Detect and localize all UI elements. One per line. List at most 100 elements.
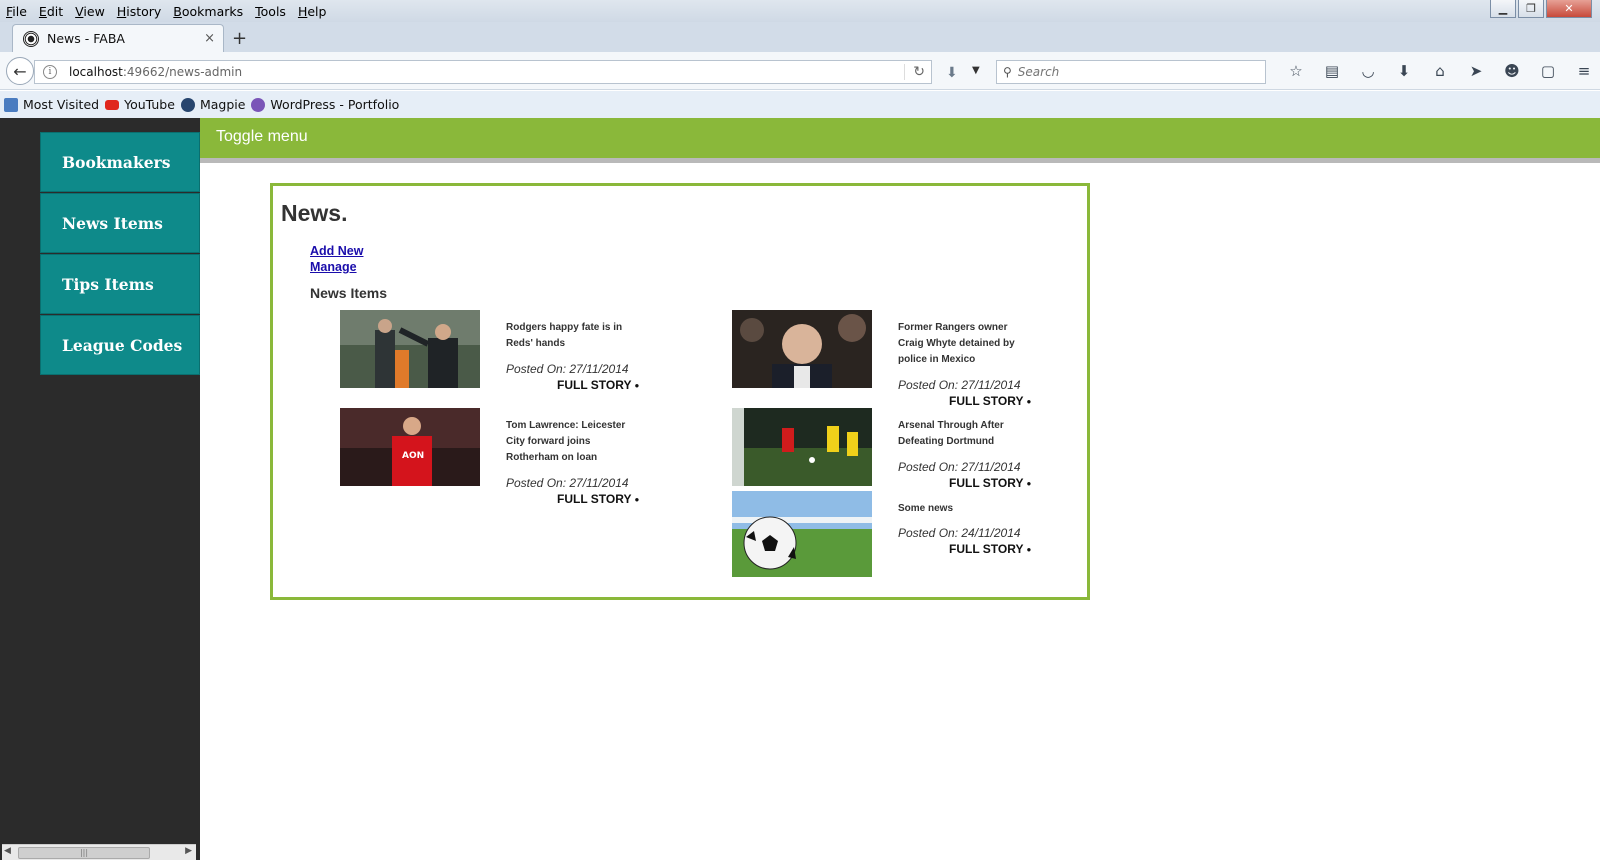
- bullet-icon: ●: [1026, 545, 1032, 555]
- full-story-label: FULL STORY: [949, 476, 1024, 490]
- news-date: Posted On: 24/11/2014: [898, 526, 1021, 540]
- full-story-label: FULL STORY: [557, 492, 632, 506]
- chat-icon[interactable]: ☻: [1494, 62, 1530, 80]
- menu-bar: File Edit View History Bookmarks Tools H…: [0, 0, 1600, 22]
- download-icon[interactable]: ⬇: [946, 65, 958, 81]
- bookmark-label: YouTube: [124, 97, 175, 112]
- full-story-label: FULL STORY: [949, 394, 1024, 408]
- full-story-label: FULL STORY: [557, 378, 632, 392]
- top-bar: Toggle menu: [200, 118, 1600, 158]
- bookmark-label: Magpie: [199, 97, 246, 112]
- full-story-link[interactable]: FULL STORY ●: [949, 542, 1031, 556]
- menu-history[interactable]: History: [111, 4, 167, 19]
- bookmark-youtube[interactable]: YouTube: [105, 97, 175, 112]
- scroll-left-icon[interactable]: ◀: [4, 846, 11, 856]
- most-visited-icon: [4, 97, 18, 112]
- nav-bar: ← i localhost:49662/news-admin ↻ ⬇ ▼ ⚲ ☆…: [0, 52, 1600, 90]
- menu-help[interactable]: Help: [292, 4, 333, 19]
- football-favicon-icon: [23, 30, 39, 47]
- section-title: News Items: [310, 285, 388, 301]
- scroll-right-icon[interactable]: ▶: [185, 846, 192, 856]
- restore-icon[interactable]: ❐: [1518, 0, 1544, 18]
- close-window-icon[interactable]: ✕: [1546, 0, 1592, 18]
- toolbar-icons: ☆ ▤ ◡ ⬇ ⌂ ➤ ☻ ▢ ≡: [1278, 62, 1600, 80]
- bullet-icon: ●: [1026, 479, 1032, 489]
- sidebar-item-bookmakers[interactable]: Bookmakers: [40, 132, 200, 192]
- news-headline[interactable]: Former Rangers owner Craig Whyte detaine…: [898, 320, 1028, 368]
- search-input[interactable]: [1017, 65, 1248, 79]
- pocket-icon[interactable]: ◡: [1350, 62, 1386, 80]
- url-path: :49662/news-admin: [122, 65, 243, 79]
- minimize-icon[interactable]: ▁: [1490, 0, 1516, 18]
- bookmark-most-visited[interactable]: Most Visited: [4, 97, 99, 112]
- new-tab-icon[interactable]: +: [232, 28, 247, 49]
- news-headline[interactable]: Some news: [898, 501, 1028, 517]
- sidebar-item-tips-items[interactable]: Tips Items: [40, 254, 200, 314]
- sidebar-item-news-items[interactable]: News Items: [40, 193, 200, 253]
- full-story-link[interactable]: FULL STORY ●: [949, 476, 1031, 490]
- horizontal-scrollbar[interactable]: ◀ ||| ▶: [2, 844, 196, 860]
- url-host: localhost: [69, 65, 123, 79]
- match-action-photo: [732, 408, 872, 486]
- menu-view[interactable]: View: [69, 4, 111, 19]
- bullet-icon: ●: [1026, 397, 1032, 407]
- bookmark-star-icon[interactable]: ☆: [1278, 62, 1314, 80]
- news-thumbnail[interactable]: AON: [340, 408, 480, 486]
- bookmarks-bar: Most Visited YouTube Magpie WordPress - …: [0, 91, 1600, 118]
- hamburger-menu-icon[interactable]: ≡: [1566, 62, 1600, 80]
- full-story-label: FULL STORY: [949, 542, 1024, 556]
- menu-bookmarks[interactable]: Bookmarks: [167, 4, 249, 19]
- news-headline[interactable]: Rodgers happy fate is in Reds' hands: [506, 320, 636, 352]
- send-icon[interactable]: ➤: [1458, 62, 1494, 80]
- scrollbar-thumb[interactable]: |||: [18, 847, 150, 859]
- site-info-icon[interactable]: i: [43, 65, 57, 79]
- url-bar[interactable]: i localhost:49662/news-admin ↻: [34, 60, 932, 84]
- browser-window: File Edit View History Bookmarks Tools H…: [0, 0, 1600, 860]
- menu-edit[interactable]: Edit: [33, 4, 69, 19]
- news-panel: News. Add New Manage News Items Rodgers …: [270, 183, 1090, 600]
- news-headline[interactable]: Arsenal Through After Defeating Dortmund: [898, 418, 1028, 450]
- tab-title: News - FABA: [47, 31, 125, 46]
- top-bar-divider: [200, 158, 1600, 163]
- add-new-link[interactable]: Add New: [310, 244, 363, 258]
- dropdown-arrow-icon[interactable]: ▼: [972, 65, 980, 76]
- sidebar: Bookmakers News Items Tips Items League …: [0, 118, 200, 860]
- page-content: Bookmakers News Items Tips Items League …: [0, 118, 1600, 860]
- news-date: Posted On: 27/11/2014: [898, 378, 1021, 392]
- bookmark-wordpress[interactable]: WordPress - Portfolio: [251, 97, 399, 112]
- news-date: Posted On: 27/11/2014: [506, 362, 629, 376]
- reading-list-icon[interactable]: ▤: [1314, 62, 1350, 80]
- menu-file[interactable]: File: [0, 4, 33, 19]
- window-icon[interactable]: ▢: [1530, 62, 1566, 80]
- downloads-icon[interactable]: ⬇: [1386, 62, 1422, 80]
- tab-strip: News - FABA × +: [0, 22, 1600, 52]
- man-in-crowd-photo: [732, 310, 872, 388]
- home-icon[interactable]: ⌂: [1422, 62, 1458, 80]
- tab-news-faba[interactable]: News - FABA ×: [12, 24, 224, 52]
- wordpress-icon: [251, 97, 266, 112]
- back-arrow-icon[interactable]: ←: [6, 57, 34, 85]
- news-thumbnail[interactable]: [732, 408, 872, 486]
- news-thumbnail[interactable]: [340, 310, 480, 388]
- manager-touchline-photo: [340, 310, 480, 388]
- search-icon: ⚲: [1003, 65, 1012, 79]
- sidebar-item-league-codes[interactable]: League Codes: [40, 315, 200, 375]
- menu-tools[interactable]: Tools: [249, 4, 292, 19]
- svg-text:AON: AON: [402, 451, 424, 461]
- toggle-menu-link[interactable]: Toggle menu: [216, 128, 308, 146]
- news-thumbnail[interactable]: [732, 491, 872, 577]
- url-text: localhost:49662/news-admin: [69, 65, 242, 79]
- reload-icon[interactable]: ↻: [904, 64, 925, 80]
- full-story-link[interactable]: FULL STORY ●: [557, 378, 639, 392]
- page-title: News.: [281, 200, 348, 226]
- window-controls: ▁ ❐ ✕: [1490, 0, 1592, 18]
- bookmark-label: WordPress - Portfolio: [270, 97, 400, 112]
- full-story-link[interactable]: FULL STORY ●: [557, 492, 639, 506]
- bookmark-magpie[interactable]: Magpie: [180, 97, 246, 112]
- news-thumbnail[interactable]: [732, 310, 872, 388]
- manage-link[interactable]: Manage: [310, 260, 357, 274]
- tab-close-icon[interactable]: ×: [204, 31, 215, 46]
- search-bar[interactable]: ⚲: [996, 60, 1266, 84]
- news-headline[interactable]: Tom Lawrence: Leicester City forward joi…: [506, 418, 636, 466]
- full-story-link[interactable]: FULL STORY ●: [949, 394, 1031, 408]
